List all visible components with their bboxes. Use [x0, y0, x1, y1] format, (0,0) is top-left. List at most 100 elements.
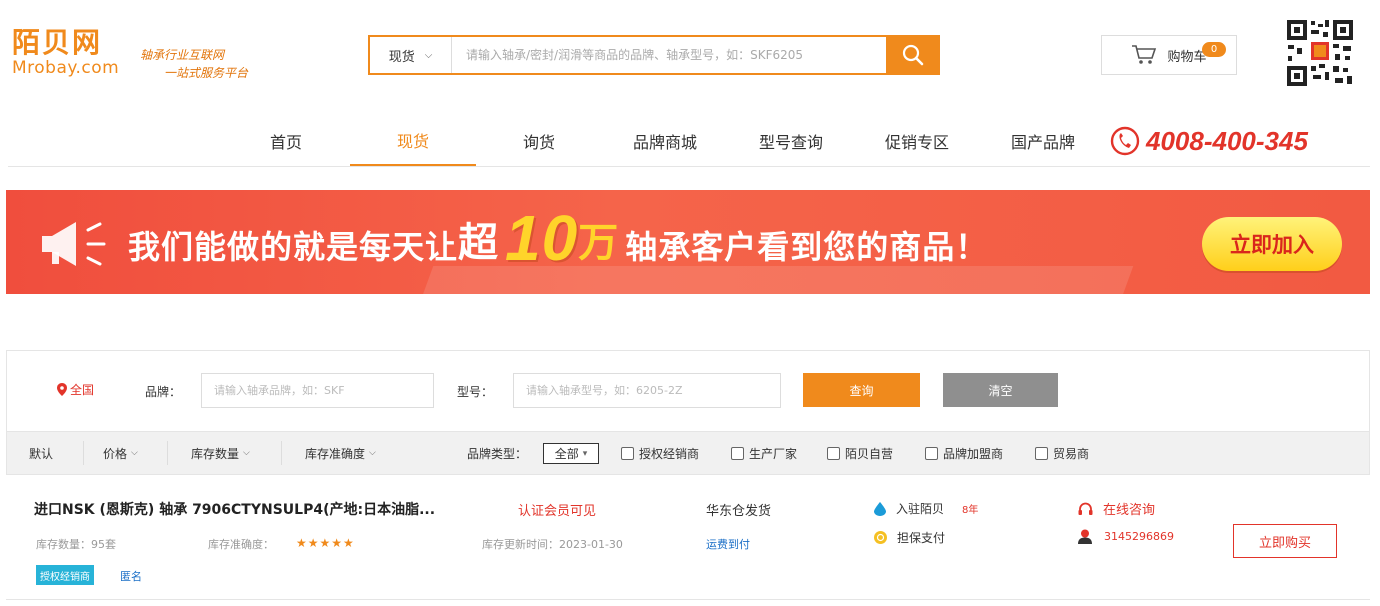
- banner-text-post: 轴承客户看到您的商品！: [625, 228, 989, 266]
- join-now-button[interactable]: 立即加入: [1202, 217, 1342, 271]
- check-label: 授权经销商: [639, 447, 700, 461]
- sort-default-label: 默认: [29, 446, 54, 461]
- location-selector[interactable]: 全国: [57, 381, 94, 398]
- rating-stars: ★★★★★: [296, 536, 355, 550]
- check-authorized-dealer[interactable]: 授权经销商: [621, 445, 699, 462]
- feature-guarantee: 担保支付: [874, 529, 945, 546]
- sort-divider: [281, 441, 282, 465]
- product-ship-from: 华东仓发货: [706, 504, 772, 519]
- banner-text-chao: 超: [458, 220, 500, 266]
- check-label: 陌贝自营: [845, 447, 894, 461]
- updated-value: 2023-01-30: [559, 538, 623, 551]
- cart-icon: [1132, 45, 1157, 64]
- filter-panel: 全国 品牌： 型号： 查询 清空: [6, 350, 1370, 432]
- hotline: 4008-400-345: [1110, 124, 1308, 158]
- model-filter-label: 型号：: [457, 385, 494, 399]
- sort-accuracy-label: 库存准确度: [305, 446, 366, 461]
- chevron-down-icon: ⌵: [131, 448, 138, 458]
- check-manufacturer[interactable]: 生产厂家: [731, 445, 797, 462]
- checkbox[interactable]: [1035, 447, 1048, 460]
- product-freight: 运费到付: [706, 538, 750, 551]
- header: 陌贝网 Mrobay.com 轴承行业互联网 一站式服务平台 现货 ⌵ 购物车 …: [0, 0, 1380, 110]
- search-type-label: 现货: [388, 49, 415, 65]
- logo[interactable]: 陌贝网 Mrobay.com: [12, 26, 152, 79]
- product-updated: 库存更新时间：2023-01-30: [482, 536, 623, 552]
- user-icon: [1078, 529, 1092, 544]
- nav-promotions[interactable]: 促销专区: [858, 116, 976, 166]
- slogan-line1: 轴承行业互联网: [140, 48, 225, 62]
- hotline-number: 4008-400-345: [1146, 125, 1308, 156]
- phone-number: 3145296869: [1104, 530, 1174, 543]
- sort-bar: 默认 价格 ⌵ 库存数量 ⌵ 库存准确度 ⌵ 品牌类型： 全部 ▾ 授权经销商 …: [6, 431, 1370, 475]
- nav-in-stock[interactable]: 现货: [350, 116, 476, 166]
- banner-text-number: 10: [505, 202, 579, 274]
- authorized-dealer-tag: 授权经销商: [36, 565, 94, 585]
- nav-model-query[interactable]: 型号查询: [732, 116, 850, 166]
- check-label: 品牌加盟商: [943, 447, 1004, 461]
- qr-code-icon[interactable]: [1285, 18, 1355, 88]
- sort-price[interactable]: 价格 ⌵: [103, 432, 138, 474]
- chevron-down-icon: ⌵: [369, 448, 376, 458]
- stock-label: 库存数量：: [36, 538, 91, 551]
- brand-filter-label: 品牌：: [145, 385, 182, 399]
- anonymous-tag: 匿名: [120, 570, 142, 583]
- banner-headline: 我们能做的就是每天让 超 10 万 轴承客户看到您的商品！: [128, 206, 989, 270]
- search-button[interactable]: [886, 35, 940, 75]
- promo-banner[interactable]: 我们能做的就是每天让 超 10 万 轴承客户看到您的商品！ 立即加入: [6, 190, 1370, 294]
- nav-divider: [8, 166, 1370, 167]
- logo-en: Mrobay.com: [12, 58, 120, 78]
- product-accuracy-label: 库存准确度：: [208, 538, 274, 551]
- online-consult-link[interactable]: 在线咨询: [1078, 499, 1155, 518]
- checkbox[interactable]: [827, 447, 840, 460]
- search-type-select[interactable]: 现货 ⌵: [370, 37, 452, 73]
- chevron-down-icon: ▾: [582, 448, 588, 459]
- search-bar: 现货 ⌵: [368, 35, 940, 75]
- check-self-operated[interactable]: 陌贝自营: [827, 445, 893, 462]
- sort-divider: [83, 441, 84, 465]
- buy-now-button[interactable]: 立即购买: [1233, 524, 1337, 558]
- speaker-icon: [42, 222, 106, 266]
- clear-button[interactable]: 清空: [943, 373, 1058, 407]
- search-icon: [902, 44, 924, 66]
- brand-type-value: 全部: [554, 447, 579, 461]
- check-label: 生产厂家: [749, 447, 798, 461]
- sort-default[interactable]: 默认: [29, 432, 53, 474]
- check-brand-franchisee[interactable]: 品牌加盟商: [925, 445, 1003, 462]
- chevron-down-icon: ⌵: [424, 49, 433, 61]
- model-filter-input[interactable]: [513, 373, 781, 408]
- logo-cn: 陌贝网: [12, 26, 103, 59]
- cart-label: 购物车: [1167, 49, 1207, 65]
- nav-brand-mall[interactable]: 品牌商城: [606, 116, 724, 166]
- checkbox[interactable]: [731, 447, 744, 460]
- search-input[interactable]: [452, 37, 886, 73]
- stock-value: 95套: [91, 538, 116, 551]
- checkbox[interactable]: [925, 447, 938, 460]
- headset-icon: [1078, 502, 1093, 515]
- phone-icon: [1110, 126, 1140, 156]
- check-label: 贸易商: [1053, 447, 1090, 461]
- feature-joined: 入驻陌贝 8年: [874, 500, 978, 517]
- slogan: 轴承行业互联网 一站式服务平台: [140, 46, 248, 82]
- brand-type-select[interactable]: 全部 ▾: [543, 443, 599, 464]
- nav-home[interactable]: 首页: [230, 116, 342, 166]
- droplet-icon: [874, 501, 886, 516]
- cart-button[interactable]: 购物车 0: [1101, 35, 1237, 75]
- chevron-down-icon: ⌵: [243, 448, 250, 458]
- banner-text-pre: 我们能做的就是每天让: [128, 228, 459, 266]
- consult-label: 在线咨询: [1103, 503, 1156, 518]
- product-row: 进口NSK (恩斯克) 轴承 7906CTYNSULP4(产地:日本油脂... …: [6, 475, 1370, 600]
- sort-stock-label: 库存数量: [191, 446, 240, 461]
- sort-stock[interactable]: 库存数量 ⌵: [191, 432, 250, 474]
- checkbox[interactable]: [621, 447, 634, 460]
- product-price-note: 认证会员可见: [518, 504, 597, 519]
- feature-joined-label: 入驻陌贝: [896, 502, 945, 516]
- check-trader[interactable]: 贸易商: [1035, 445, 1089, 462]
- feature-guarantee-label: 担保支付: [897, 531, 946, 545]
- brand-filter-input[interactable]: [201, 373, 434, 408]
- product-title[interactable]: 进口NSK (恩斯克) 轴承 7906CTYNSULP4(产地:日本油脂...: [34, 499, 435, 519]
- contact-phone: 3145296869: [1078, 529, 1174, 544]
- sort-accuracy[interactable]: 库存准确度 ⌵: [305, 432, 376, 474]
- query-button[interactable]: 查询: [803, 373, 920, 407]
- nav-inquiry[interactable]: 询货: [484, 116, 594, 166]
- nav-domestic-brands[interactable]: 国产品牌: [984, 116, 1102, 166]
